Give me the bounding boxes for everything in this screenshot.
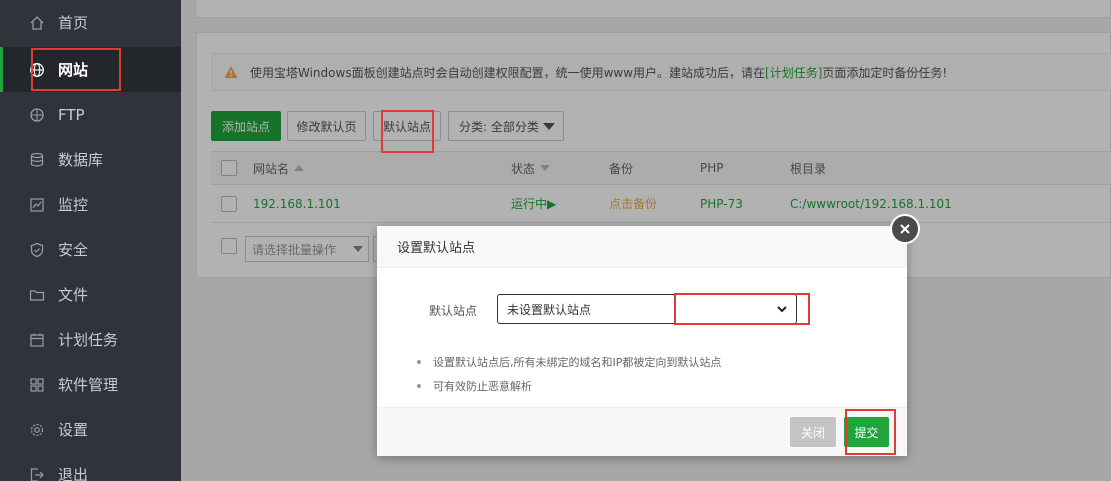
sidebar-item-database[interactable]: 数据库 bbox=[0, 137, 181, 182]
sidebar-item-label: 数据库 bbox=[58, 151, 104, 169]
folder-icon bbox=[28, 286, 46, 304]
sidebar-item-label: 设置 bbox=[58, 421, 89, 439]
highlight-submit-button bbox=[845, 409, 896, 455]
sidebar-item-cron[interactable]: 计划任务 bbox=[0, 317, 181, 362]
tip-item: 可有效防止恶意解析 bbox=[417, 374, 721, 398]
sidebar-item-label: 计划任务 bbox=[58, 331, 119, 349]
sidebar-item-settings[interactable]: 设置 bbox=[0, 407, 181, 452]
sidebar-item-label: FTP bbox=[58, 105, 85, 124]
sidebar-item-home[interactable]: 首页 bbox=[0, 0, 181, 45]
sidebar-item-label: 监控 bbox=[58, 196, 89, 214]
default-site-dialog: 设置默认站点 默认站点 未设置默认站点 设置默认站点后,所有未绑定的域名和IP都… bbox=[377, 226, 907, 456]
sidebar-item-software[interactable]: 软件管理 bbox=[0, 362, 181, 407]
logout-icon bbox=[28, 466, 46, 481]
tip-item: 设置默认站点后,所有未绑定的域名和IP都被定向到默认站点 bbox=[417, 350, 721, 374]
home-icon bbox=[28, 14, 46, 32]
sidebar-item-label: 软件管理 bbox=[58, 376, 119, 394]
sidebar-item-label: 文件 bbox=[58, 286, 89, 304]
gear-icon bbox=[28, 421, 46, 439]
highlight-website-nav bbox=[31, 48, 121, 91]
sidebar-item-label: 安全 bbox=[58, 241, 89, 259]
shield-icon bbox=[28, 241, 46, 259]
highlight-default-site-button bbox=[381, 110, 434, 153]
grid-icon bbox=[28, 376, 46, 394]
calendar-icon bbox=[28, 331, 46, 349]
monitor-icon bbox=[28, 196, 46, 214]
sidebar-item-label: 退出 bbox=[58, 466, 89, 481]
sidebar-item-security[interactable]: 安全 bbox=[0, 227, 181, 272]
sidebar-item-label: 首页 bbox=[58, 14, 89, 32]
dialog-footer: 关闭 提交 bbox=[377, 407, 907, 456]
dialog-close-icon[interactable] bbox=[890, 214, 920, 244]
database-icon bbox=[28, 151, 46, 169]
default-site-value: 未设置默认站点 bbox=[507, 302, 592, 317]
default-site-label: 默认站点 bbox=[429, 304, 478, 318]
close-button[interactable]: 关闭 bbox=[790, 417, 836, 447]
sidebar-item-files[interactable]: 文件 bbox=[0, 272, 181, 317]
sidebar-item-ftp[interactable]: FTP bbox=[0, 92, 181, 137]
dialog-tips: 设置默认站点后,所有未绑定的域名和IP都被定向到默认站点 可有效防止恶意解析 bbox=[417, 350, 721, 398]
sidebar-item-monitor[interactable]: 监控 bbox=[0, 182, 181, 227]
highlight-site-select bbox=[674, 293, 810, 325]
sidebar-item-logout[interactable]: 退出 bbox=[0, 452, 181, 481]
dialog-title: 设置默认站点 bbox=[377, 226, 907, 268]
ftp-icon bbox=[28, 106, 46, 124]
